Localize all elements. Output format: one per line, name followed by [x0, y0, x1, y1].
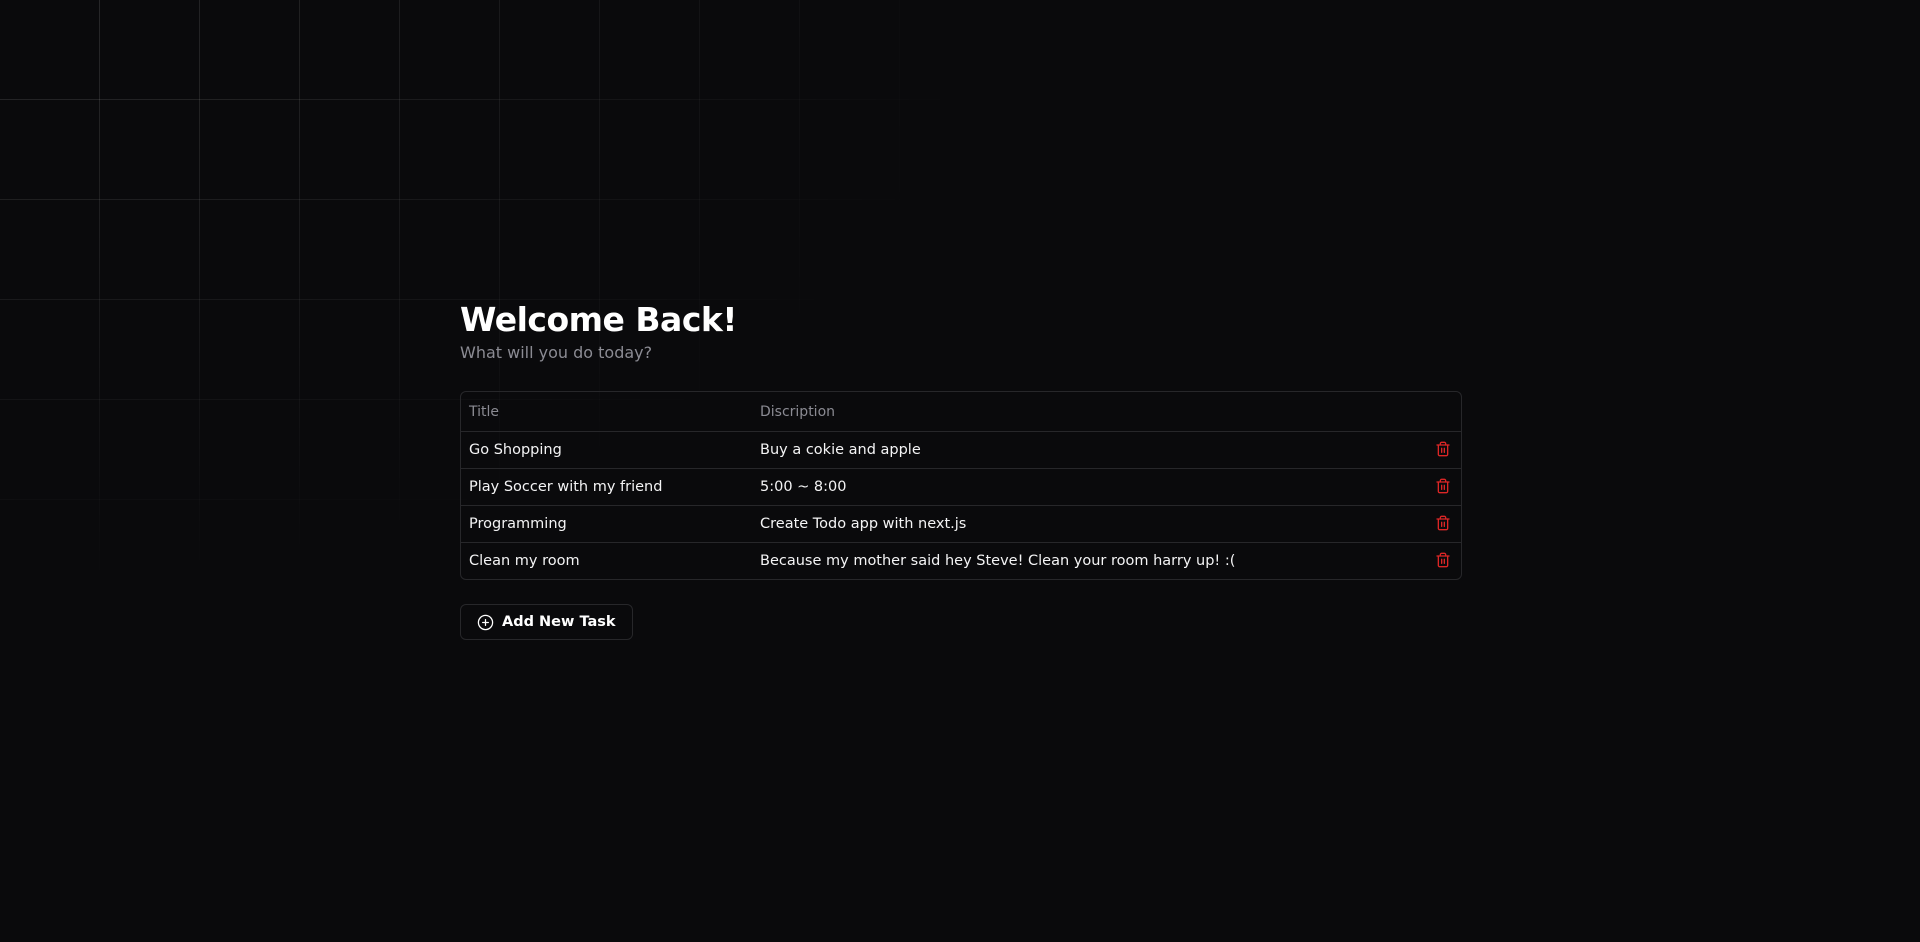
main-content: Welcome Back! What will you do today? Ti… — [460, 298, 1462, 640]
task-title: Clean my room — [469, 553, 580, 569]
delete-task-button[interactable] — [1433, 439, 1453, 459]
task-title: Programming — [461, 505, 752, 543]
task-description: Buy a cokie and apple — [752, 431, 1417, 469]
task-actions-cell — [1417, 505, 1461, 543]
task-actions-cell — [1417, 431, 1461, 469]
trash-icon — [1436, 515, 1450, 531]
plus-circle-icon — [477, 614, 494, 631]
task-description: Create Todo app with next.js — [752, 505, 1417, 543]
column-header-title: Title — [461, 392, 752, 432]
task-actions-cell — [1417, 543, 1461, 580]
delete-task-button[interactable] — [1433, 550, 1453, 570]
trash-icon — [1436, 441, 1450, 457]
add-new-task-button[interactable]: Add New Task — [460, 604, 633, 640]
table-header-row: Title Discription — [461, 392, 1461, 432]
task-title: Play Soccer with my friend — [461, 468, 752, 506]
page-subtitle: What will you do today? — [460, 343, 653, 362]
table-row: Go Shopping Buy a cokie and apple — [461, 431, 1461, 469]
delete-task-button[interactable] — [1433, 513, 1453, 533]
column-header-description: Discription — [752, 392, 1417, 432]
add-new-task-label: Add New Task — [502, 614, 616, 630]
task-description: Because my mother said hey Steve! Clean … — [760, 553, 1236, 569]
delete-task-button[interactable] — [1433, 476, 1453, 496]
trash-icon — [1436, 478, 1450, 494]
trash-icon — [1436, 552, 1450, 568]
table-row: Clean my room Because my mother said hey… — [461, 543, 1461, 580]
column-header-actions — [1417, 392, 1461, 432]
task-title: Go Shopping — [461, 431, 752, 469]
task-description: 5:00 ~ 8:00 — [752, 468, 1417, 506]
table-row: Programming Create Todo app with next.js — [461, 505, 1461, 543]
table-row: Play Soccer with my friend 5:00 ~ 8:00 — [461, 468, 1461, 506]
page-title: Welcome Back! — [460, 300, 737, 339]
task-actions-cell — [1417, 468, 1461, 506]
task-table: Title Discription Go Shopping Buy a coki… — [460, 391, 1462, 580]
